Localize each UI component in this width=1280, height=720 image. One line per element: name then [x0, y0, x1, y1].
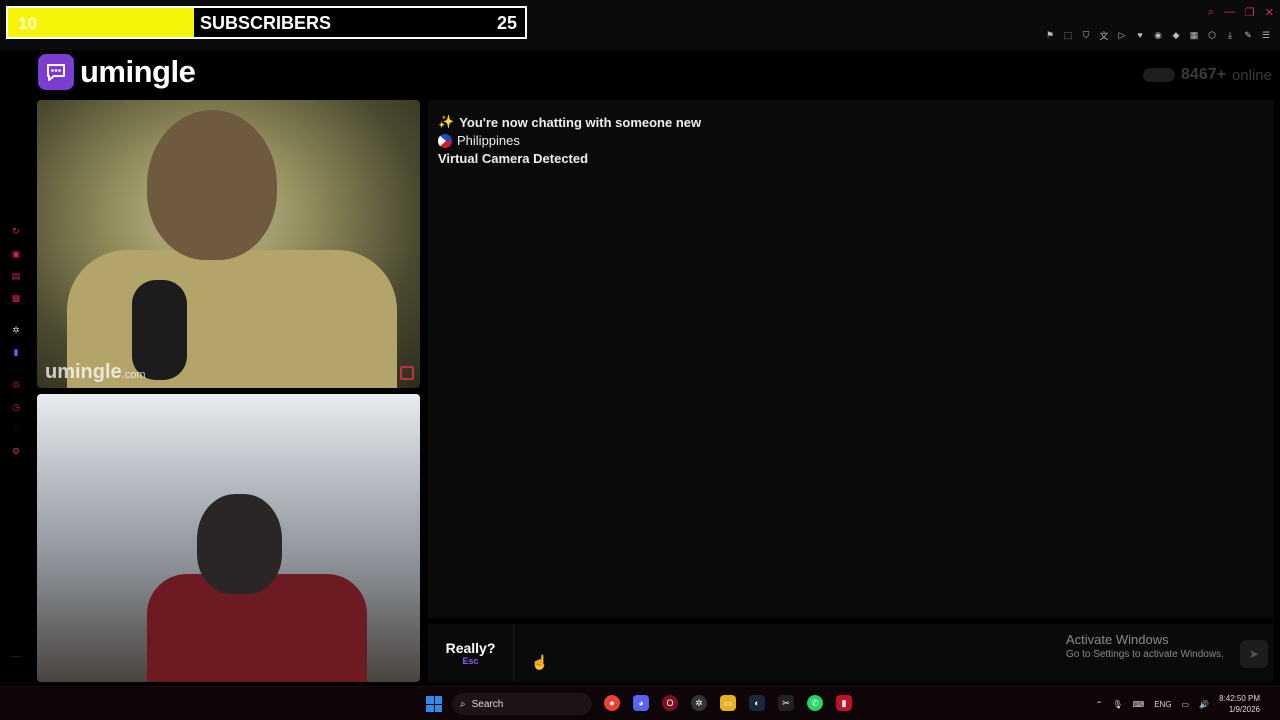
- skip-button[interactable]: Really? Esc: [428, 624, 514, 682]
- network-icon[interactable]: ▭: [1182, 700, 1190, 709]
- puzzle-icon[interactable]: ⬡: [1206, 29, 1218, 41]
- clock-icon[interactable]: ◷: [10, 401, 22, 413]
- system-tray: ⌃ 🎙 ⌨ ENG ▭ 🔊 8:42:50 PM 1/9/2026: [1096, 693, 1260, 715]
- online-count: 8467+: [1181, 66, 1226, 83]
- clock-date: 1/9/2026: [1228, 705, 1260, 714]
- video-watermark: umingle.com: [45, 361, 146, 384]
- watermark-suffix: .com: [121, 369, 146, 381]
- browser-sidebar: ↻ ▣ ▤ ▩ ✲ ▮ ◎ ◷ ◌ ⚙ ⋯: [0, 50, 32, 686]
- chat-message-text: You're now chatting with someone new: [459, 114, 702, 130]
- chat-bubble-icon[interactable]: ◌: [10, 423, 22, 435]
- restore-button[interactable]: ❐: [1245, 6, 1255, 19]
- screenshot-icon[interactable]: ⬚: [1062, 29, 1074, 41]
- clock[interactable]: 8:42:50 PM 1/9/2026: [1219, 693, 1260, 715]
- online-label: online: [1231, 66, 1272, 84]
- search-icon[interactable]: ⌕: [1208, 6, 1214, 19]
- chat-message-text: Philippines: [457, 133, 520, 148]
- taskbar-search-label: Search: [471, 698, 504, 710]
- extension-icon[interactable]: ▦: [1188, 29, 1200, 41]
- skip-button-shortcut: Esc: [462, 656, 479, 666]
- chatgpt-icon[interactable]: ✲: [10, 324, 22, 336]
- person-head: [197, 494, 282, 594]
- skip-button-label: Really?: [445, 640, 496, 656]
- activate-title: Activate Windows: [1066, 632, 1169, 647]
- subscriber-start-count: 10: [18, 14, 37, 33]
- download-icon[interactable]: ⤓: [1224, 29, 1236, 41]
- history-icon[interactable]: ↻: [10, 225, 22, 237]
- chevron-up-icon[interactable]: ⌃: [1096, 700, 1103, 709]
- shield-icon[interactable]: ⛉: [1080, 29, 1092, 41]
- notes-icon[interactable]: ▤: [10, 270, 22, 282]
- translate-icon[interactable]: 文: [1098, 29, 1110, 41]
- activate-windows-watermark: Activate Windows Go to Settings to activ…: [1066, 632, 1224, 660]
- philippines-flag-icon: [438, 133, 452, 148]
- chat-message: Philippines: [438, 133, 1264, 148]
- whatsapp-icon[interactable]: ✆: [807, 695, 823, 711]
- logo[interactable]: umingle: [38, 54, 196, 90]
- taskbar: ⌕ Search ● ◕ O ✲ ▭ ◐ ✂ ✆ ▮ ⌃ 🎙 ⌨ ENG ▭ 🔊…: [0, 686, 1280, 720]
- watermark-main: umingle: [45, 361, 122, 383]
- subscriber-goal-overlay: 10 SUBSCRIBERS 25: [6, 6, 527, 39]
- capcut-icon[interactable]: ✂: [778, 695, 794, 711]
- chat-logo-icon: [38, 54, 74, 90]
- chat-message: Virtual Camera Detected: [438, 151, 1264, 166]
- wallet-icon[interactable]: ▣: [10, 248, 22, 260]
- theme-toggle[interactable]: [1143, 68, 1176, 82]
- chatgpt-icon[interactable]: ✲: [691, 695, 707, 711]
- player-icon[interactable]: ◎: [10, 378, 22, 390]
- app-name: umingle: [80, 54, 196, 89]
- report-flag-icon[interactable]: [400, 366, 414, 380]
- chat-message-text: Virtual Camera Detected: [438, 151, 589, 166]
- steam-icon[interactable]: ◐: [749, 695, 765, 711]
- file-explorer-icon[interactable]: ▭: [720, 695, 736, 711]
- sparkles-icon: ✨: [438, 114, 455, 129]
- stranger-video: umingle.com: [37, 100, 420, 388]
- umingle-app: umingle 8467+ online umingle.com ✨ You'r…: [32, 50, 1280, 686]
- menu-icon[interactable]: ☰: [1260, 29, 1272, 41]
- keyboard-icon[interactable]: ⌨: [1133, 700, 1145, 709]
- online-indicator: 8467+ online: [1143, 66, 1272, 84]
- chat-panel: ✨ You're now chatting with someone new P…: [428, 100, 1274, 618]
- mouse-cursor-icon: ☝: [531, 654, 549, 670]
- windows-start-icon[interactable]: [426, 696, 442, 712]
- search-icon: ⌕: [460, 698, 466, 710]
- app-icon[interactable]: ▮: [836, 695, 852, 711]
- discord-icon[interactable]: ◕: [633, 695, 649, 711]
- microphone-icon[interactable]: 🎙: [1113, 700, 1123, 709]
- chrome-icon[interactable]: ●: [604, 695, 620, 711]
- language-indicator[interactable]: ENG: [1154, 700, 1171, 709]
- more-icon[interactable]: ⋯: [10, 650, 22, 662]
- chat-input-bar: Really? Esc ☝ Activate Windows Go to Set…: [428, 624, 1274, 682]
- media-icon[interactable]: ▩: [10, 292, 22, 304]
- extension-icon[interactable]: ◆: [1170, 29, 1182, 41]
- chat-message: ✨ You're now chatting with someone new: [438, 114, 1264, 130]
- subscriber-goal-count: 25: [496, 13, 517, 33]
- send-button[interactable]: ➤: [1240, 640, 1268, 668]
- heart-icon[interactable]: ♥: [1134, 29, 1146, 41]
- taskbar-search[interactable]: ⌕ Search: [452, 693, 592, 715]
- window-controls: ⌕ — ❐ ✕: [1208, 6, 1274, 19]
- subscriber-label: SUBSCRIBERS: [200, 13, 332, 33]
- twitch-icon[interactable]: ▮: [10, 346, 22, 358]
- opera-icon[interactable]: O: [662, 695, 678, 711]
- person-head: [147, 110, 277, 260]
- activate-subtitle: Go to Settings to activate Windows.: [1066, 649, 1224, 660]
- minimize-button[interactable]: —: [1224, 6, 1235, 19]
- screen: ⌕ — ❐ ✕ ⚑ ⬚ ⛉ 文 ▷ ♥ ◉ ◆ ▦ ⬡ ⤓ ✎ ☰ 10 SUB…: [0, 0, 1280, 720]
- extension-icon[interactable]: ◉: [1152, 29, 1164, 41]
- ai-icon[interactable]: ✎: [1242, 29, 1254, 41]
- clock-time: 8:42:50 PM: [1219, 694, 1260, 703]
- volume-icon[interactable]: 🔊: [1199, 700, 1209, 709]
- bookmark-icon[interactable]: ⚑: [1044, 29, 1056, 41]
- self-video: [37, 394, 420, 682]
- taskbar-apps: ● ◕ O ✲ ▭ ◐ ✂ ✆ ▮: [604, 695, 852, 711]
- settings-icon[interactable]: ⚙: [10, 445, 22, 457]
- close-button[interactable]: ✕: [1265, 6, 1274, 19]
- browser-toolbar: ⚑ ⬚ ⛉ 文 ▷ ♥ ◉ ◆ ▦ ⬡ ⤓ ✎ ☰: [1044, 29, 1272, 41]
- play-icon[interactable]: ▷: [1116, 29, 1128, 41]
